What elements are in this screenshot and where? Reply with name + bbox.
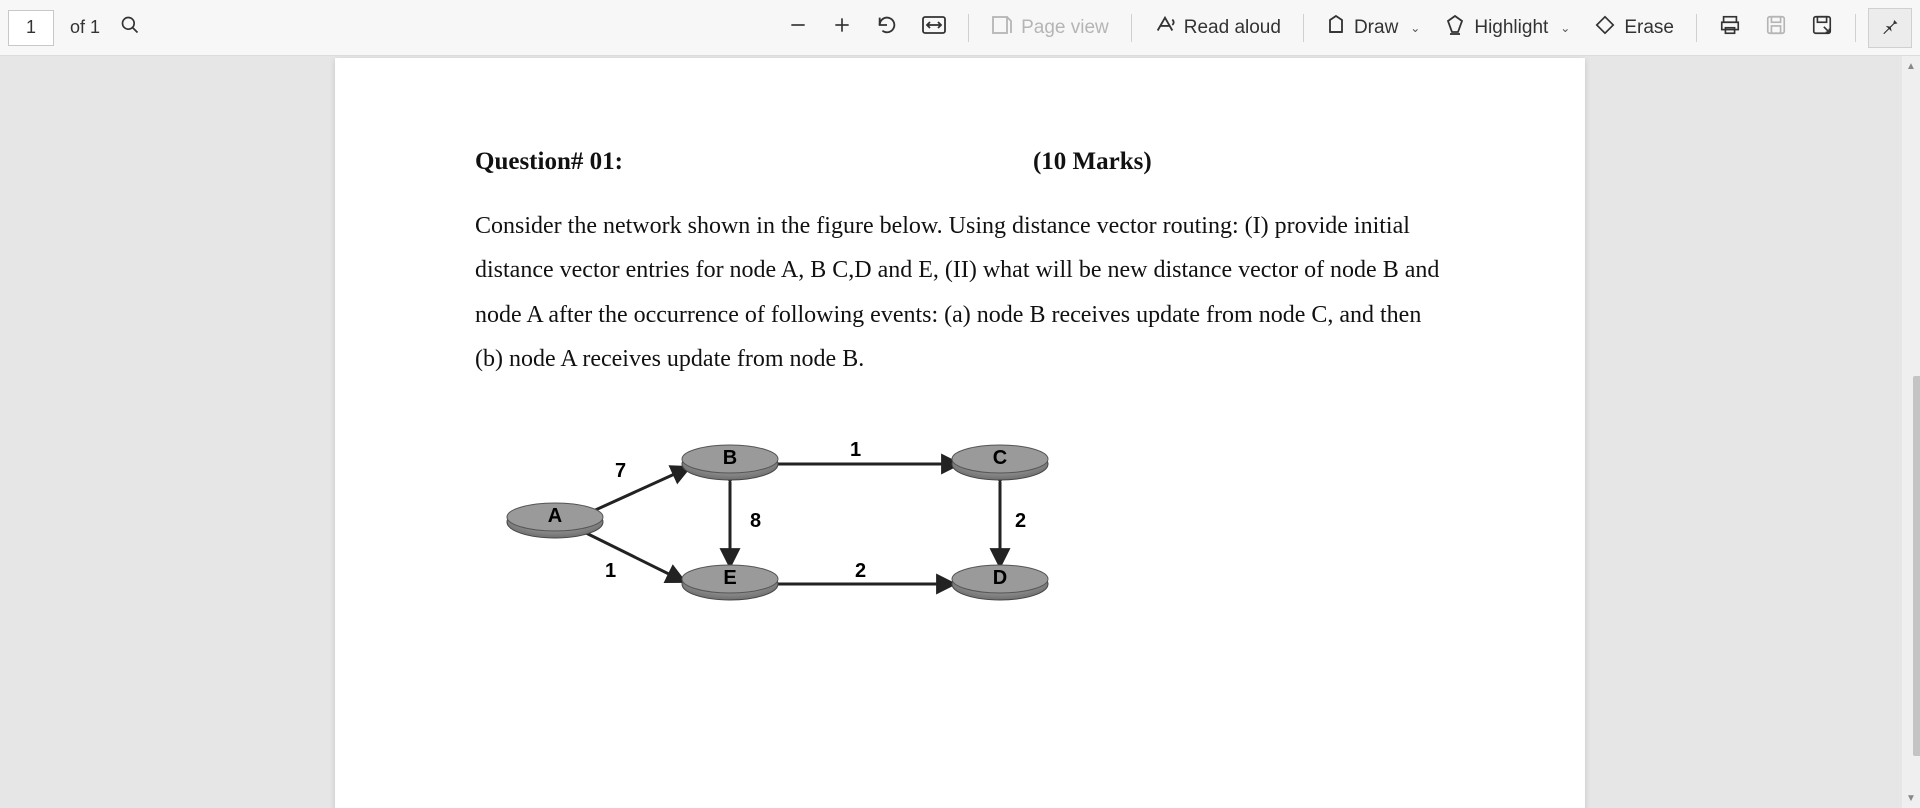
- chevron-down-icon: ⌄: [1410, 21, 1420, 35]
- pin-icon: [1880, 15, 1900, 41]
- toolbar-divider: [1855, 14, 1856, 42]
- pin-toolbar-button[interactable]: [1868, 8, 1912, 48]
- zoom-in-button[interactable]: [822, 8, 862, 48]
- toolbar-divider: [968, 14, 969, 42]
- pdf-page: Question# 01: (10 Marks) Consider the ne…: [335, 58, 1585, 808]
- toolbar-divider: [1131, 14, 1132, 42]
- draw-button[interactable]: Draw ⌄: [1316, 8, 1430, 48]
- read-aloud-label: Read aloud: [1184, 17, 1281, 39]
- node-c: C: [952, 445, 1048, 480]
- svg-text:B: B: [723, 447, 737, 469]
- minus-icon: [788, 15, 808, 41]
- toolbar-divider: [1696, 14, 1697, 42]
- edge-weight: 7: [615, 460, 626, 482]
- scroll-down-arrow[interactable]: ▼: [1902, 788, 1920, 808]
- highlight-label: Highlight: [1474, 17, 1548, 39]
- node-e: E: [682, 565, 778, 600]
- vertical-scrollbar[interactable]: ▲ ▼: [1902, 56, 1920, 808]
- draw-label: Draw: [1354, 17, 1398, 39]
- search-button[interactable]: [110, 8, 150, 48]
- save-button[interactable]: [1755, 8, 1797, 48]
- document-viewport[interactable]: Question# 01: (10 Marks) Consider the ne…: [0, 56, 1920, 808]
- page-view-label: Page view: [1021, 17, 1109, 39]
- page-of-label: of 1: [70, 17, 100, 38]
- scroll-thumb[interactable]: [1913, 376, 1920, 756]
- edge-weight: 1: [605, 560, 616, 582]
- question-number: Question# 01:: [475, 148, 623, 176]
- svg-text:A: A: [548, 505, 562, 527]
- edge-weight: 8: [750, 510, 761, 532]
- question-header: Question# 01: (10 Marks): [475, 148, 1445, 176]
- rotate-button[interactable]: [866, 8, 908, 48]
- fit-width-icon: [922, 16, 946, 40]
- print-button[interactable]: [1709, 8, 1751, 48]
- erase-button[interactable]: Erase: [1584, 8, 1684, 48]
- print-icon: [1719, 14, 1741, 42]
- network-diagram: 7 1 8 2 2 1 A B C D E: [475, 422, 1445, 637]
- edge-weight: 1: [850, 439, 861, 461]
- toolbar-divider: [1303, 14, 1304, 42]
- fit-width-button[interactable]: [912, 8, 956, 48]
- pdf-toolbar: of 1 Page view Read aloud Draw ⌄ Highlig…: [0, 0, 1920, 56]
- plus-icon: [832, 15, 852, 41]
- zoom-out-button[interactable]: [778, 8, 818, 48]
- edge-weight: 2: [855, 560, 866, 582]
- search-icon: [120, 15, 140, 41]
- question-body: Consider the network shown in the figure…: [475, 204, 1445, 382]
- rotate-icon: [876, 14, 898, 42]
- page-view-button[interactable]: Page view: [981, 8, 1119, 48]
- svg-text:E: E: [723, 567, 736, 589]
- erase-icon: [1594, 14, 1616, 42]
- read-aloud-icon: [1154, 14, 1176, 42]
- save-icon: [1765, 14, 1787, 42]
- read-aloud-button[interactable]: Read aloud: [1144, 8, 1291, 48]
- node-a: A: [507, 503, 603, 538]
- highlight-icon: [1444, 14, 1466, 42]
- save-as-button[interactable]: [1801, 8, 1843, 48]
- scroll-up-arrow[interactable]: ▲: [1902, 56, 1920, 76]
- draw-icon: [1326, 14, 1346, 42]
- svg-text:D: D: [993, 567, 1007, 589]
- node-b: B: [682, 445, 778, 480]
- edge-weight: 2: [1015, 510, 1026, 532]
- erase-label: Erase: [1624, 17, 1674, 39]
- highlight-button[interactable]: Highlight ⌄: [1434, 8, 1580, 48]
- svg-text:C: C: [993, 447, 1007, 469]
- save-as-icon: [1811, 14, 1833, 42]
- chevron-down-icon: ⌄: [1560, 21, 1570, 35]
- question-marks: (10 Marks): [1033, 148, 1152, 176]
- page-view-icon: [991, 15, 1013, 41]
- node-d: D: [952, 565, 1048, 600]
- page-number-input[interactable]: [8, 10, 54, 46]
